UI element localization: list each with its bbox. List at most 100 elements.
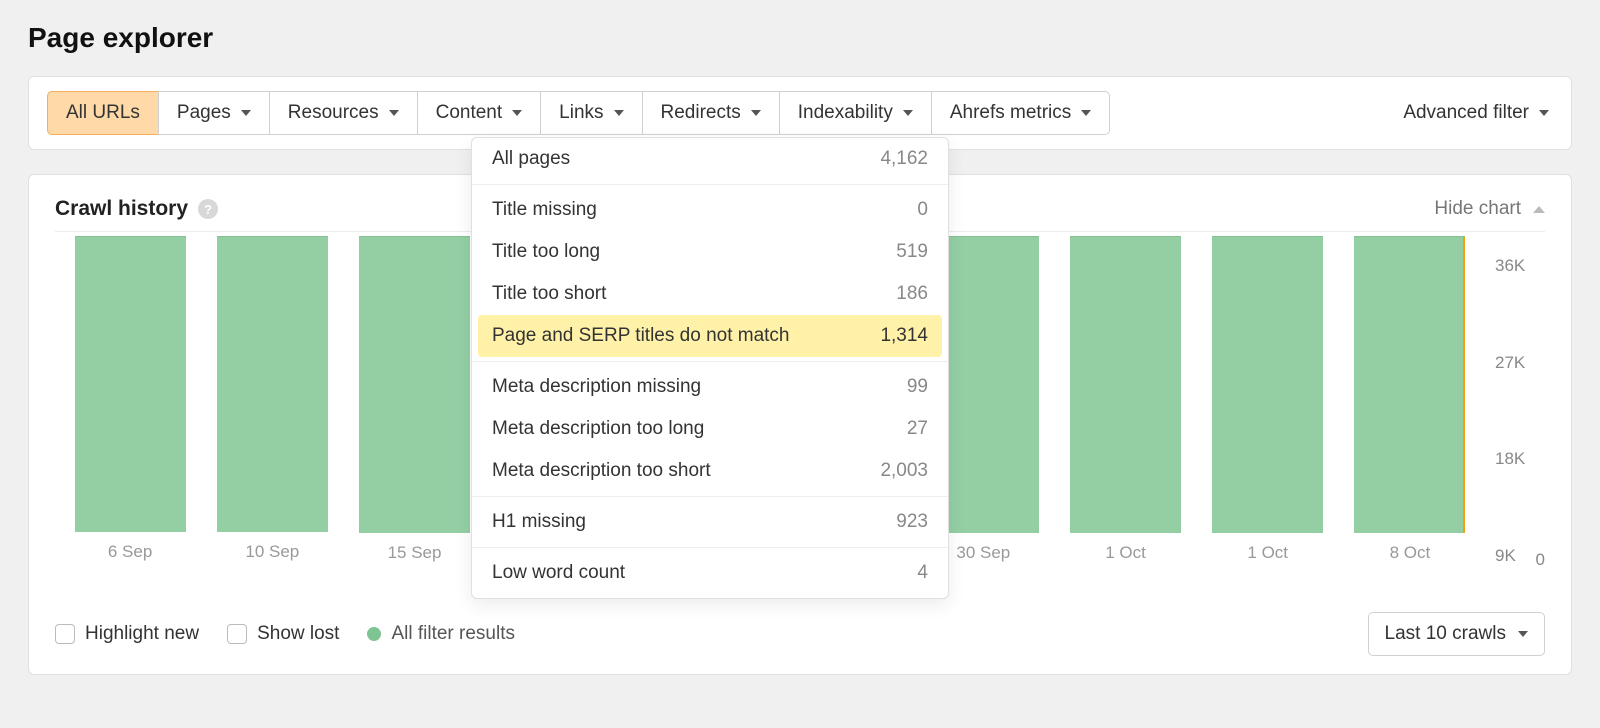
divider (472, 547, 948, 548)
checkbox-icon (55, 624, 75, 644)
x-tick: 8 Oct (1390, 543, 1431, 566)
dropdown-item-h1-missing[interactable]: H1 missing 923 (472, 501, 948, 543)
chart-bar[interactable] (75, 236, 186, 532)
chart-bar-slot: 1 Oct (1054, 236, 1196, 566)
chart-bar[interactable] (1212, 236, 1323, 533)
advanced-filter-label: Advanced filter (1403, 102, 1529, 124)
dropdown-item-count: 1,314 (880, 325, 928, 347)
dropdown-item-low-word-count[interactable]: Low word count 4 (472, 552, 948, 594)
chevron-down-icon (614, 110, 624, 116)
tab-label: Redirects (661, 102, 741, 124)
chart-bar[interactable] (359, 236, 470, 533)
hide-chart-label: Hide chart (1434, 198, 1521, 220)
chart-bar[interactable] (1354, 236, 1465, 533)
tab-redirects[interactable]: Redirects (642, 91, 780, 135)
y-tick: 18K (1495, 449, 1545, 469)
dropdown-item-count: 4 (917, 562, 928, 584)
tab-label: Pages (177, 102, 231, 124)
chart-footer: Highlight new Show lost All filter resul… (55, 612, 1545, 656)
tab-content[interactable]: Content (417, 91, 542, 135)
page-title: Page explorer (28, 22, 1572, 54)
hide-chart-button[interactable]: Hide chart (1434, 198, 1545, 220)
x-tick: 10 Sep (245, 542, 299, 566)
x-tick: 30 Sep (956, 543, 1010, 566)
dropdown-item-all-pages[interactable]: All pages 4,162 (472, 138, 948, 180)
tab-ahrefs-metrics[interactable]: Ahrefs metrics (931, 91, 1110, 135)
content-dropdown: All pages 4,162 Title missing 0 Title to… (471, 137, 949, 599)
dropdown-item-meta-too-long[interactable]: Meta description too long 27 (472, 408, 948, 450)
chart-bar-slot: 8 Oct (1339, 236, 1481, 566)
dropdown-item-meta-missing[interactable]: Meta description missing 99 (472, 366, 948, 408)
chevron-down-icon (512, 110, 522, 116)
tab-all-urls[interactable]: All URLs (47, 91, 159, 135)
dropdown-item-count: 2,003 (880, 460, 928, 482)
highlight-new-checkbox[interactable]: Highlight new (55, 623, 199, 645)
dropdown-item-label: Title too long (492, 241, 600, 263)
dropdown-item-count: 27 (907, 418, 928, 440)
advanced-filter-button[interactable]: Advanced filter (1399, 92, 1553, 134)
chart-bar-slot: 6 Sep (59, 236, 201, 566)
dropdown-item-label: Title too short (492, 283, 606, 305)
dropdown-item-count: 0 (917, 199, 928, 221)
show-lost-checkbox[interactable]: Show lost (227, 623, 339, 645)
checkbox-label: Highlight new (85, 623, 199, 645)
tab-pages[interactable]: Pages (158, 91, 270, 135)
dropdown-item-title-missing[interactable]: Title missing 0 (472, 189, 948, 231)
tab-label: Ahrefs metrics (950, 102, 1071, 124)
tab-label: All URLs (66, 102, 140, 124)
x-tick: 15 Sep (388, 543, 442, 566)
tab-label: Links (559, 102, 603, 124)
tab-label: Resources (288, 102, 379, 124)
dropdown-item-label: H1 missing (492, 511, 586, 533)
chevron-down-icon (1081, 110, 1091, 116)
dropdown-item-meta-too-short[interactable]: Meta description too short 2,003 (472, 450, 948, 492)
dropdown-item-label: Page and SERP titles do not match (492, 325, 790, 347)
chart-bar-slot: 1 Oct (1197, 236, 1339, 566)
chevron-up-icon (1533, 206, 1545, 213)
divider (472, 184, 948, 185)
checkbox-icon (227, 624, 247, 644)
chevron-down-icon (1518, 631, 1528, 637)
help-icon[interactable]: ? (198, 199, 218, 219)
dropdown-item-label: Title missing (492, 199, 597, 221)
dropdown-item-count: 99 (907, 376, 928, 398)
tab-indexability[interactable]: Indexability (779, 91, 932, 135)
chart-bar-slot: 10 Sep (201, 236, 343, 566)
range-label: Last 10 crawls (1385, 623, 1506, 645)
dropdown-item-label: Low word count (492, 562, 625, 584)
range-select-button[interactable]: Last 10 crawls (1368, 612, 1545, 656)
chevron-down-icon (389, 110, 399, 116)
dropdown-item-title-too-long[interactable]: Title too long 519 (472, 231, 948, 273)
checkbox-label: Show lost (257, 623, 339, 645)
tab-label: Content (436, 102, 503, 124)
chevron-down-icon (903, 110, 913, 116)
chevron-down-icon (751, 110, 761, 116)
dropdown-item-label: All pages (492, 148, 570, 170)
legend-dot-icon (367, 627, 381, 641)
chart-bar[interactable] (1070, 236, 1181, 533)
chart-bar[interactable] (217, 236, 328, 532)
dropdown-item-count: 4,162 (880, 148, 928, 170)
divider (472, 361, 948, 362)
legend-all-filter-results: All filter results (367, 623, 515, 645)
legend-label: All filter results (391, 623, 515, 645)
filter-bar: All URLs Pages Resources Content Links R… (28, 76, 1572, 150)
chart-footer-left: Highlight new Show lost All filter resul… (55, 623, 515, 645)
tab-links[interactable]: Links (540, 91, 642, 135)
dropdown-item-count: 186 (896, 283, 928, 305)
chart-y-axis: 36K 27K 18K 9K 0 (1489, 236, 1545, 566)
tab-resources[interactable]: Resources (269, 91, 418, 135)
dropdown-item-label: Meta description missing (492, 376, 701, 398)
x-tick: 1 Oct (1105, 543, 1146, 566)
y-tick: 36K (1495, 256, 1545, 276)
filter-tabs: All URLs Pages Resources Content Links R… (47, 91, 1110, 135)
y-tick: 27K (1495, 353, 1545, 373)
divider (472, 496, 948, 497)
chevron-down-icon (1539, 110, 1549, 116)
y-tick: 0 (1536, 550, 1545, 570)
chart-bar-slot: 15 Sep (343, 236, 485, 566)
dropdown-item-title-too-short[interactable]: Title too short 186 (472, 273, 948, 315)
dropdown-item-serp-title-mismatch[interactable]: Page and SERP titles do not match 1,314 (478, 315, 942, 357)
dropdown-item-count: 519 (896, 241, 928, 263)
chart-title-wrap: Crawl history ? (55, 197, 218, 221)
